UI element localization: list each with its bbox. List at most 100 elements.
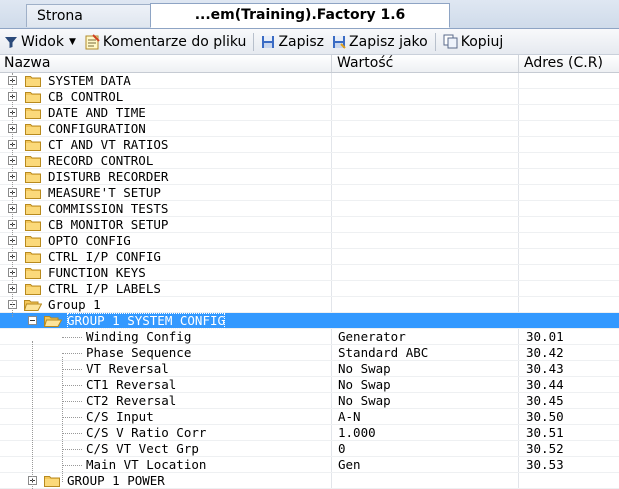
item-address: 30.45: [526, 393, 564, 408]
item-name: C/S V Ratio Corr: [86, 425, 207, 440]
column-divider[interactable]: [518, 55, 519, 72]
save-button[interactable]: Zapisz: [257, 31, 328, 53]
tree-connector: [62, 385, 82, 386]
item-name: Phase Sequence: [86, 345, 192, 360]
item-name: Winding Config: [86, 329, 192, 344]
copy-icon: [443, 34, 458, 49]
item-name: CTRL I/P LABELS: [48, 281, 161, 296]
tree-item[interactable]: COMMISSION TESTS: [0, 201, 619, 217]
item-value[interactable]: 1.000: [338, 425, 376, 441]
setting-row[interactable]: Main VT Location Gen 30.53: [0, 457, 619, 473]
save-as-button[interactable]: Zapisz jako: [328, 31, 432, 53]
copy-button[interactable]: Kopiuj: [439, 31, 508, 53]
item-value[interactable]: Generator: [338, 329, 406, 345]
tree-connector: [62, 465, 82, 466]
item-name: COMMISSION TESTS: [48, 201, 169, 216]
tree-item[interactable]: CTRL I/P CONFIG: [0, 249, 619, 265]
item-name: C/S VT Vect Grp: [86, 441, 199, 456]
tree-item-selected-folder[interactable]: GROUP 1 SYSTEM CONFIG: [0, 313, 619, 329]
item-name: SYSTEM DATA: [48, 73, 131, 88]
tab-start-page[interactable]: Strona startowa: [26, 4, 151, 47]
setting-row[interactable]: C/S V Ratio Corr 1.000 30.51: [0, 425, 619, 441]
setting-row[interactable]: CT1 Reversal No Swap 30.44: [0, 377, 619, 393]
tree-item[interactable]: OPTO CONFIG: [0, 233, 619, 249]
tree-connector: [62, 369, 82, 370]
tree-connector: [62, 449, 82, 450]
comments-button[interactable]: Komentarze do pliku: [80, 31, 251, 53]
view-label: Widok: [21, 33, 64, 50]
tree-item[interactable]: DISTURB RECORDER: [0, 169, 619, 185]
tree-connector: [62, 357, 63, 482]
save-as-icon: [333, 35, 346, 49]
item-value[interactable]: No Swap: [338, 361, 391, 377]
item-name: GROUP 1 SYSTEM CONFIG: [67, 313, 226, 329]
tree-item[interactable]: RECORD CONTROL: [0, 153, 619, 169]
tree-item[interactable]: CB CONTROL: [0, 89, 619, 105]
item-value[interactable]: 0: [338, 441, 346, 457]
tree-connector: [62, 433, 82, 434]
item-value[interactable]: A-N: [338, 409, 361, 425]
item-address: 30.01: [526, 329, 564, 344]
item-name: MEASURE'T SETUP: [48, 185, 161, 200]
tree-item[interactable]: CTRL I/P LABELS: [0, 281, 619, 297]
item-name: VT Reversal: [86, 361, 169, 376]
item-address: 30.44: [526, 377, 564, 392]
settings-tree: SYSTEM DATA CB CONTROL DATE AND TIME CONFIG…: [0, 73, 619, 489]
toolbar-separator: [434, 32, 436, 51]
save-icon: [262, 35, 275, 48]
item-value[interactable]: No Swap: [338, 393, 391, 409]
tree-item[interactable]: MEASURE'T SETUP: [0, 185, 619, 201]
item-name: OPTO CONFIG: [48, 233, 131, 248]
tree-item[interactable]: CONFIGURATION: [0, 121, 619, 137]
tree-item[interactable]: GROUP 1 POWER: [0, 473, 619, 489]
item-value[interactable]: Standard ABC: [338, 345, 428, 361]
item-address: 30.51: [526, 425, 564, 440]
item-name: DISTURB RECORDER: [48, 169, 169, 184]
tree-item[interactable]: SYSTEM DATA: [0, 73, 619, 89]
notepad-icon: [85, 33, 100, 49]
column-value[interactable]: Wartość: [337, 55, 393, 72]
item-name: CTRL I/P CONFIG: [48, 249, 161, 264]
tree-connector: [62, 353, 82, 354]
item-name: RECORD CONTROL: [48, 153, 154, 168]
tree-item[interactable]: CB MONITOR SETUP: [0, 217, 619, 233]
tab-bar: Strona startowa ...em(Training).Factory …: [0, 0, 619, 47]
save-as-label: Zapisz jako: [349, 33, 428, 50]
setting-row[interactable]: VT Reversal No Swap 30.43: [0, 361, 619, 377]
tree-connector: [32, 341, 33, 489]
tree-item[interactable]: FUNCTION KEYS: [0, 265, 619, 281]
item-name: CB CONTROL: [48, 89, 124, 104]
item-address: 30.53: [526, 457, 564, 472]
column-header: Nazwa Wartość Adres (C.R): [0, 55, 619, 73]
tree-item[interactable]: DATE AND TIME: [0, 105, 619, 121]
tab-settings-file[interactable]: ...em(Training).Factory 1.6 kV.P343.000: [150, 3, 450, 46]
item-name: DATE AND TIME: [48, 105, 146, 120]
item-name: CB MONITOR SETUP: [48, 217, 169, 232]
filter-icon: [5, 36, 17, 48]
setting-row[interactable]: Winding Config Generator 30.01: [0, 329, 619, 345]
comments-label: Komentarze do pliku: [102, 33, 247, 50]
toolbar-separator: [253, 32, 255, 51]
item-name: Main VT Location: [86, 457, 207, 472]
item-name: C/S Input: [86, 409, 154, 424]
item-name: Group 1: [48, 297, 101, 312]
column-name[interactable]: Nazwa: [4, 55, 50, 72]
view-button[interactable]: Widok ▼: [0, 31, 80, 53]
column-address[interactable]: Adres (C.R): [524, 55, 603, 72]
setting-row[interactable]: C/S Input A-N 30.50: [0, 409, 619, 425]
column-divider[interactable]: [331, 55, 332, 72]
item-address: 30.42: [526, 345, 564, 360]
collapse-icon[interactable]: [28, 316, 37, 325]
item-value[interactable]: No Swap: [338, 377, 391, 393]
item-name: GROUP 1 POWER: [67, 473, 165, 488]
tree-connector: [12, 73, 13, 317]
tree-item-group[interactable]: Group 1: [0, 297, 619, 313]
setting-row[interactable]: C/S VT Vect Grp 0 30.52: [0, 441, 619, 457]
tree-item[interactable]: CT AND VT RATIOS: [0, 137, 619, 153]
setting-row[interactable]: Phase Sequence Standard ABC 30.42: [0, 345, 619, 361]
item-address: 30.52: [526, 441, 564, 456]
copy-label: Kopiuj: [460, 33, 504, 50]
item-value[interactable]: Gen: [338, 457, 361, 473]
item-name: FUNCTION KEYS: [48, 265, 146, 280]
setting-row[interactable]: CT2 Reversal No Swap 30.45: [0, 393, 619, 409]
